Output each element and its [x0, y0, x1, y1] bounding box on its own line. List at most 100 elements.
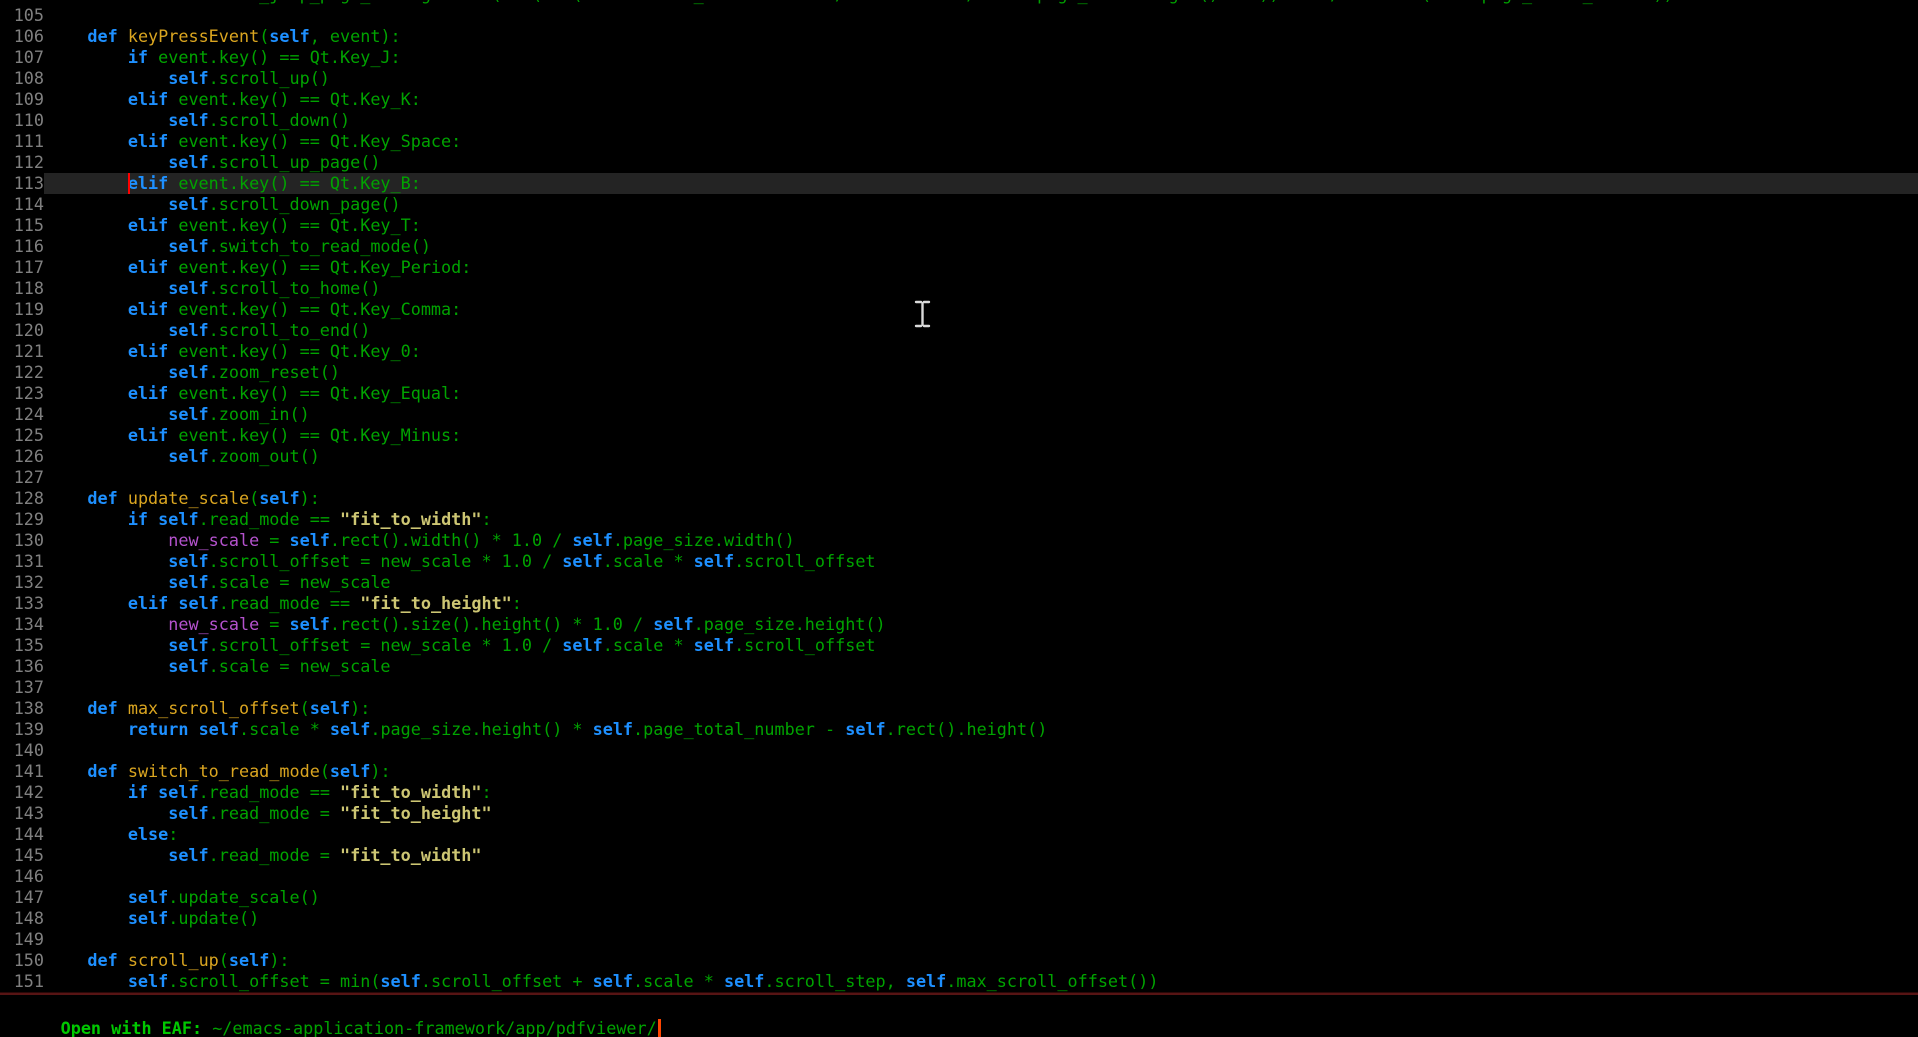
line-number: 129	[0, 509, 44, 530]
line-number: 133	[0, 593, 44, 614]
line-number: 118	[0, 278, 44, 299]
line-number: 141	[0, 761, 44, 782]
code-text: self.scroll_offset = min(self.scroll_off…	[44, 971, 1918, 992]
code-line[interactable]: 137	[0, 677, 1918, 698]
code-text: def switch_to_read_mode(self):	[44, 761, 1918, 782]
code-text: self.scale = new_scale	[44, 572, 1918, 593]
code-line[interactable]: 119 elif event.key() == Qt.Key_Comma:	[0, 299, 1918, 320]
line-number: 140	[0, 740, 44, 761]
code-line[interactable]: 107 if event.key() == Qt.Key_J:	[0, 47, 1918, 68]
line-number: 124	[0, 404, 44, 425]
line-number: 113	[0, 173, 44, 194]
code-line[interactable]: 143 self.read_mode = "fit_to_height"	[0, 803, 1918, 824]
code-line[interactable]: 128 def update_scale(self):	[0, 488, 1918, 509]
line-number: 143	[0, 803, 44, 824]
code-line[interactable]: 114 self.scroll_down_page()	[0, 194, 1918, 215]
code-line[interactable]: 151 self.scroll_offset = min(self.scroll…	[0, 971, 1918, 992]
line-number: 117	[0, 257, 44, 278]
code-line[interactable]: 111 elif event.key() == Qt.Key_Space:	[0, 131, 1918, 152]
line-number: 108	[0, 68, 44, 89]
code-text: return self.scale * self.page_size.heigh…	[44, 719, 1918, 740]
minibuffer-cursor	[658, 1019, 661, 1037]
code-line[interactable]: 148 self.update()	[0, 908, 1918, 929]
code-text: self.read_mode = "fit_to_width"	[44, 845, 1918, 866]
code-line[interactable]: 112 self.scroll_up_page()	[0, 152, 1918, 173]
code-text	[44, 866, 1918, 887]
line-number: 114	[0, 194, 44, 215]
code-line[interactable]: 115 elif event.key() == Qt.Key_T:	[0, 215, 1918, 236]
line-number: 127	[0, 467, 44, 488]
code-text: elif event.key() == Qt.Key_Minus:	[44, 425, 1918, 446]
code-window[interactable]: 104 self.send_jump_page_message.emit(str…	[0, 0, 1918, 992]
code-line[interactable]: 145 self.read_mode = "fit_to_width"	[0, 845, 1918, 866]
mouse-ibeam-cursor	[912, 300, 932, 328]
code-text: self.zoom_in()	[44, 404, 1918, 425]
code-line[interactable]: 149	[0, 929, 1918, 950]
code-line[interactable]: 124 self.zoom_in()	[0, 404, 1918, 425]
code-text: elif event.key() == Qt.Key_Period:	[44, 257, 1918, 278]
code-text: if self.read_mode == "fit_to_width":	[44, 509, 1918, 530]
line-number: 148	[0, 908, 44, 929]
line-number: 125	[0, 425, 44, 446]
code-line[interactable]: 144 else:	[0, 824, 1918, 845]
code-line[interactable]: 135 self.scroll_offset = new_scale * 1.0…	[0, 635, 1918, 656]
code-line[interactable]: 109 elif event.key() == Qt.Key_K:	[0, 89, 1918, 110]
code-text: elif event.key() == Qt.Key_Space:	[44, 131, 1918, 152]
code-line[interactable]: 138 def max_scroll_offset(self):	[0, 698, 1918, 719]
minibuffer-input[interactable]: ~/emacs-application-framework/app/pdfvie…	[212, 1018, 657, 1037]
line-number: 112	[0, 152, 44, 173]
line-number: 123	[0, 383, 44, 404]
code-line[interactable]: 141 def switch_to_read_mode(self):	[0, 761, 1918, 782]
code-text: self.scroll_down_page()	[44, 194, 1918, 215]
status-tray: (1, 59) Top [2018-06-28] 22:12 Thursday	[1743, 1017, 1915, 1037]
text-cursor	[128, 173, 130, 194]
code-text: self.update_scale()	[44, 887, 1918, 908]
line-number: 149	[0, 929, 44, 950]
code-line[interactable]: 133 elif self.read_mode == "fit_to_heigh…	[0, 593, 1918, 614]
minibuffer[interactable]: Open with EAF: ~/emacs-application-frame…	[0, 997, 661, 1018]
code-line[interactable]: 123 elif event.key() == Qt.Key_Equal:	[0, 383, 1918, 404]
code-line[interactable]: 125 elif event.key() == Qt.Key_Minus:	[0, 425, 1918, 446]
line-number: 105	[0, 5, 44, 26]
code-line[interactable]: 110 self.scroll_down()	[0, 110, 1918, 131]
code-line[interactable]: 127	[0, 467, 1918, 488]
code-text: self.switch_to_read_mode()	[44, 236, 1918, 257]
code-line[interactable]: 129 if self.read_mode == "fit_to_width":	[0, 509, 1918, 530]
code-text: def keyPressEvent(self, event):	[44, 26, 1918, 47]
code-text: elif self.read_mode == "fit_to_height":	[44, 593, 1918, 614]
code-text	[44, 467, 1918, 488]
code-line[interactable]: 105	[0, 5, 1918, 26]
line-number: 131	[0, 551, 44, 572]
code-line[interactable]: 140	[0, 740, 1918, 761]
code-line[interactable]: 142 if self.read_mode == "fit_to_width":	[0, 782, 1918, 803]
code-line[interactable]: 117 elif event.key() == Qt.Key_Period:	[0, 257, 1918, 278]
code-line[interactable]: 139 return self.scale * self.page_size.h…	[0, 719, 1918, 740]
code-line[interactable]: 121 elif event.key() == Qt.Key_0:	[0, 341, 1918, 362]
code-line[interactable]: 122 self.zoom_reset()	[0, 362, 1918, 383]
code-line[interactable]: 106 def keyPressEvent(self, event):	[0, 26, 1918, 47]
code-line[interactable]: 147 self.update_scale()	[0, 887, 1918, 908]
code-text: elif event.key() == Qt.Key_T:	[44, 215, 1918, 236]
code-line[interactable]: 130 new_scale = self.rect().width() * 1.…	[0, 530, 1918, 551]
code-line[interactable]: 118 self.scroll_to_home()	[0, 278, 1918, 299]
code-line[interactable]: 146	[0, 866, 1918, 887]
code-area: 104 self.send_jump_page_message.emit(str…	[0, 0, 1918, 992]
code-line[interactable]: 132 self.scale = new_scale	[0, 572, 1918, 593]
code-text: self.zoom_reset()	[44, 362, 1918, 383]
code-text	[44, 677, 1918, 698]
code-line[interactable]: 134 new_scale = self.rect().size().heigh…	[0, 614, 1918, 635]
code-line[interactable]: 108 self.scroll_up()	[0, 68, 1918, 89]
code-line[interactable]: 116 self.switch_to_read_mode()	[0, 236, 1918, 257]
line-number: 138	[0, 698, 44, 719]
code-line[interactable]: 120 self.scroll_to_end()	[0, 320, 1918, 341]
code-line[interactable]: 150 def scroll_up(self):	[0, 950, 1918, 971]
line-number: 116	[0, 236, 44, 257]
code-line[interactable]: 113 elif event.key() == Qt.Key_B:	[0, 173, 1918, 194]
code-text: self.scroll_offset = new_scale * 1.0 / s…	[44, 551, 1918, 572]
echo-area: Open with EAF: ~/emacs-application-frame…	[0, 996, 1918, 1037]
code-text	[44, 929, 1918, 950]
mode-line[interactable]	[0, 992, 1918, 995]
code-line[interactable]: 131 self.scroll_offset = new_scale * 1.0…	[0, 551, 1918, 572]
code-line[interactable]: 136 self.scale = new_scale	[0, 656, 1918, 677]
code-line[interactable]: 126 self.zoom_out()	[0, 446, 1918, 467]
